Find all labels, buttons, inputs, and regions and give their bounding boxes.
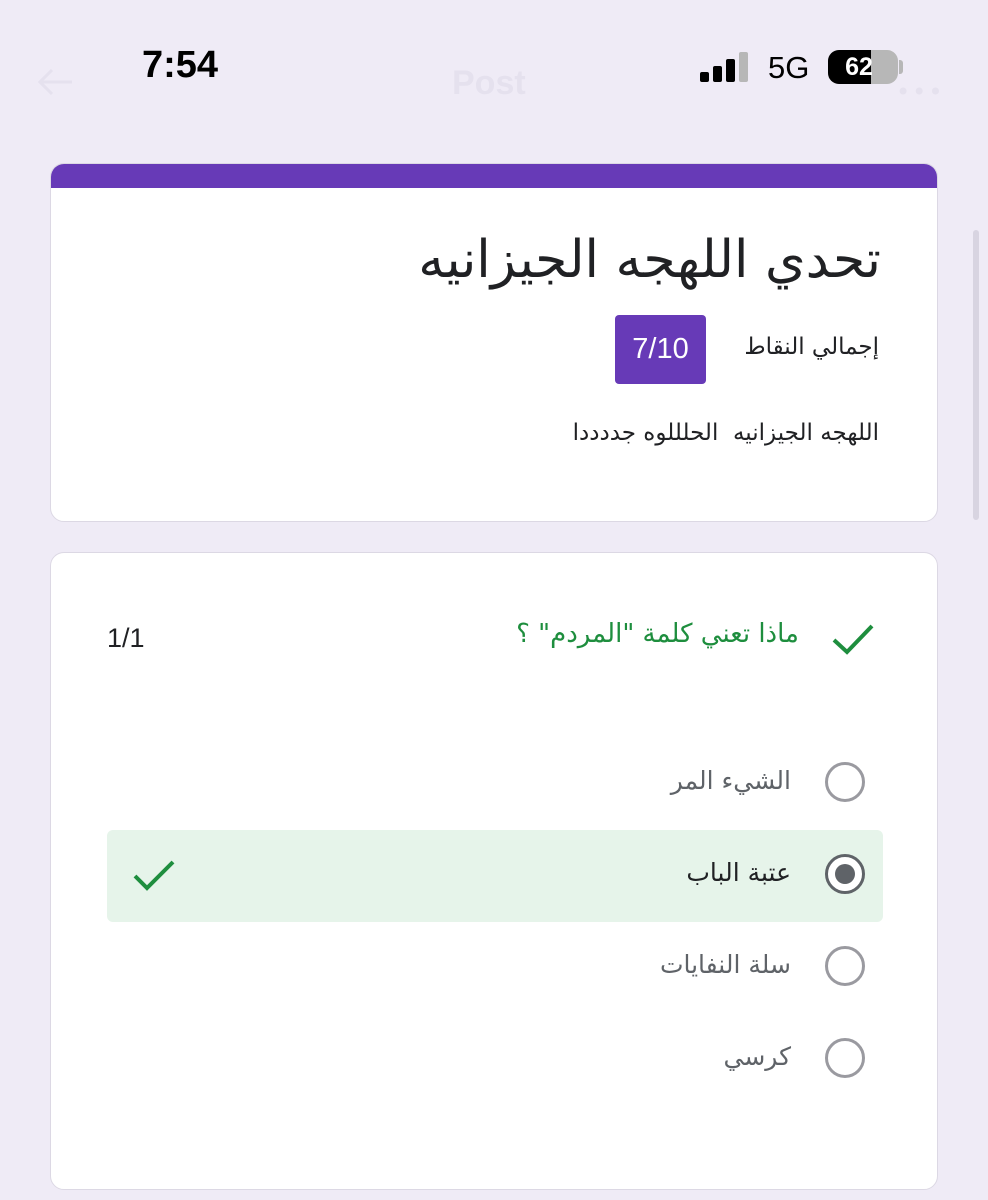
option-item-correct[interactable]: عتبة الباب: [107, 830, 883, 922]
option-label: عتبة الباب: [686, 858, 791, 887]
form-title: تحدي اللهجه الجيزانيه: [418, 230, 881, 290]
battery-cap: [899, 60, 903, 74]
radio-icon[interactable]: [825, 854, 865, 894]
option-label: كرسي: [723, 1042, 791, 1071]
status-time: 7:54: [142, 44, 219, 86]
radio-icon[interactable]: [825, 1038, 865, 1078]
form-description: اللهجه الجيزانيه الحلللوه جددددا: [572, 420, 879, 446]
battery-icon: 62: [828, 50, 898, 84]
total-score-badge: 7/10: [615, 315, 706, 384]
option-label: سلة النفايات: [659, 950, 791, 979]
signal-icon: [700, 52, 748, 82]
option-item[interactable]: سلة النفايات: [107, 922, 883, 1014]
back-arrow-icon[interactable]: [36, 62, 76, 102]
network-type: 5G: [768, 50, 810, 85]
question-points: 1/1: [107, 623, 145, 653]
background-title: Post: [452, 64, 526, 102]
option-item[interactable]: الشيء المر: [107, 738, 883, 830]
status-bar: Post ••• 7:54 5G 62: [0, 0, 988, 130]
header-accent-bar: [51, 164, 937, 188]
option-label: الشيء المر: [670, 766, 791, 795]
more-icon[interactable]: •••: [896, 78, 944, 106]
radio-icon[interactable]: [825, 946, 865, 986]
total-score-label: إجمالي النقاط: [744, 334, 879, 360]
scrollbar[interactable]: [973, 230, 979, 520]
radio-icon[interactable]: [825, 762, 865, 802]
check-icon: [133, 860, 175, 891]
check-icon: [832, 624, 874, 655]
form-header-card: تحدي اللهجه الجيزانيه إجمالي النقاط 7/10…: [50, 163, 938, 522]
question-text: ماذا تعني كلمة "المردم" ؟: [516, 619, 799, 649]
question-card: ماذا تعني كلمة "المردم" ؟ 1/1 الشيء المر…: [50, 552, 938, 1190]
battery-level: 62: [845, 52, 873, 81]
option-item[interactable]: كرسي: [107, 1014, 883, 1106]
radio-selected-dot: [835, 864, 855, 884]
